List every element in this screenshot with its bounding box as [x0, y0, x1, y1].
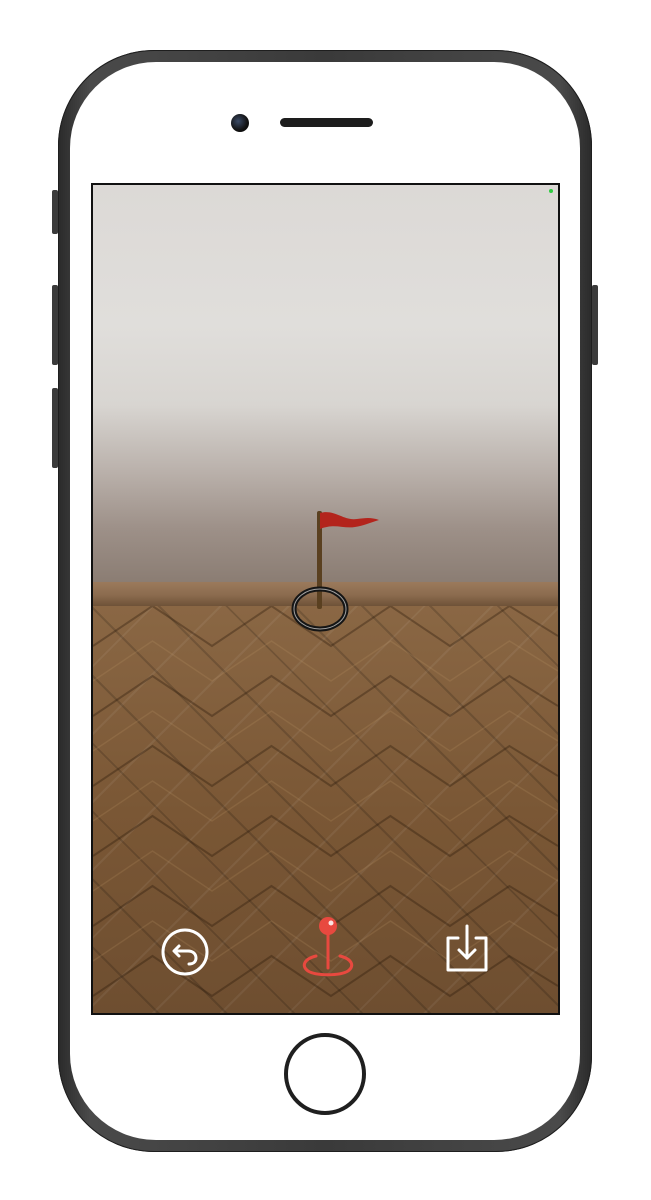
save-button[interactable] — [441, 922, 493, 978]
front-camera — [231, 114, 249, 132]
flag-cloth — [320, 512, 379, 529]
home-button[interactable] — [284, 1033, 366, 1115]
placement-target-ring — [291, 586, 349, 632]
device-mockup — [0, 0, 651, 1200]
earpiece-speaker — [280, 118, 373, 127]
map-pin-icon — [302, 917, 354, 977]
ar-camera-view[interactable] — [91, 183, 560, 1015]
undo-arrow-icon — [161, 928, 209, 976]
download-tray-icon — [446, 924, 488, 972]
undo-button[interactable] — [159, 926, 211, 978]
power-button — [592, 285, 598, 365]
status-indicator-dot — [549, 189, 553, 193]
place-pin-button[interactable] — [296, 914, 360, 982]
